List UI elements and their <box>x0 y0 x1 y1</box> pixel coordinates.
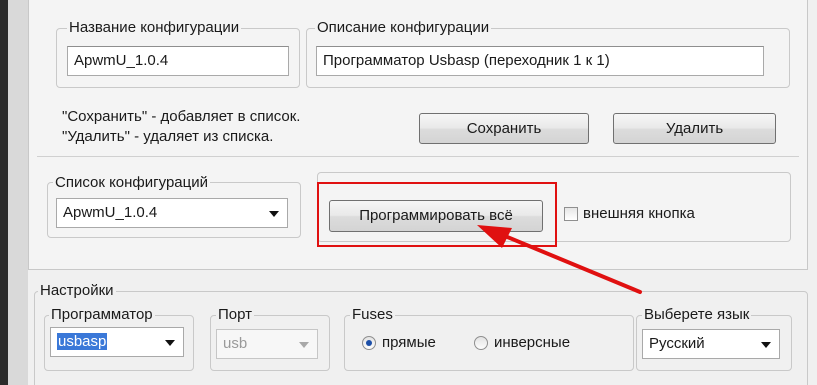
annotation-arrow <box>477 225 642 294</box>
arrow-head <box>477 225 512 248</box>
arrow-shaft <box>503 234 642 294</box>
